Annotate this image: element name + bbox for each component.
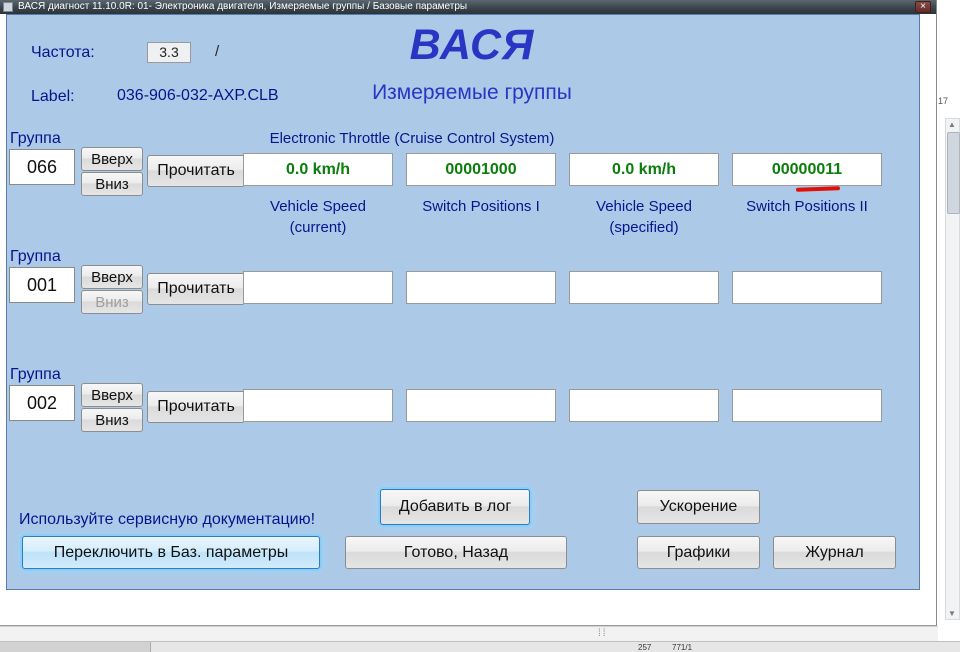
group-block-066: Группа 066 Вверх Вниз Прочитать Electron… [7,130,919,252]
measured-value-field-4: 00000011 [732,153,882,186]
vertical-scrollbar-thumb[interactable] [947,132,960,214]
group-number-field[interactable]: 066 [9,149,75,185]
measured-value-field-3: 0.0 km/h [569,153,719,186]
group-caption: Группа [10,130,61,147]
screen: ВАСЯ диагност 11.10.0R: 01- Электроника … [0,0,960,652]
measured-value-field-2 [406,389,556,422]
background-statusbar: 257 771/1 [0,641,960,652]
label-key: Label: [31,88,75,105]
window-title: ВАСЯ диагност 11.10.0R: 01- Электроника … [18,1,468,12]
journal-button[interactable]: Журнал [773,536,896,569]
service-documentation-notice: Используйте сервисную документацию! [19,511,316,528]
measured-value-field-2 [406,271,556,304]
page-title: Измеряемые группы [372,81,572,104]
acceleration-button[interactable]: Ускорение [637,490,760,524]
measured-value-field-2: 00001000 [406,153,556,186]
group-down-button[interactable]: Вниз [81,172,143,196]
group-block-002: Группа 002 Вверх Вниз Прочитать [7,366,919,458]
horizontal-scrollbar[interactable]: ⁞⁞ [0,626,938,641]
group-number-field[interactable]: 002 [9,385,75,421]
measured-value-field-1: 0.0 km/h [243,153,393,186]
vertical-scrollbar[interactable]: ▲ ▼ [945,118,960,620]
group-down-button[interactable]: Вниз [81,408,143,432]
measured-value-field-3 [569,271,719,304]
field-label-line: Vehicle Speed [596,198,692,215]
field-label-line: Vehicle Speed [270,198,366,215]
field-label-1: Vehicle Speed (current) [243,196,393,238]
group-read-button[interactable]: Прочитать [147,155,245,187]
field-label-line: (specified) [609,219,679,236]
statusbar-fragment: 257 [638,643,652,652]
field-label-line: Switch Positions II [746,198,868,215]
group-up-button[interactable]: Вверх [81,265,143,289]
add-to-log-button[interactable]: Добавить в лог [380,489,530,525]
statusbar-fragment: 771/1 [672,643,693,652]
group-up-button[interactable]: Вверх [81,147,143,171]
group-caption: Группа [10,248,61,265]
close-icon[interactable]: × [915,1,931,13]
measured-value-field-1 [243,389,393,422]
app-icon [3,2,13,12]
statusbar-segment [0,642,151,652]
frequency-separator: / [215,43,220,60]
group-up-button[interactable]: Вверх [81,383,143,407]
group-down-button: Вниз [81,290,143,314]
titlebar: ВАСЯ диагност 11.10.0R: 01- Электроника … [0,0,936,14]
field-label-4: Switch Positions II [732,196,882,217]
red-underline-annotation [795,186,841,192]
measured-value-field-1 [243,271,393,304]
background-ruler-fragment: 17 [938,96,949,106]
graphs-button[interactable]: Графики [637,536,760,569]
group-block-001: Группа 001 Вверх Вниз Прочитать [7,248,919,340]
group-read-button[interactable]: Прочитать [147,391,245,423]
frequency-label: Частота: [31,44,95,61]
brand-logo-text: ВАСЯ [409,21,535,69]
group-number-field[interactable]: 001 [9,267,75,303]
measured-value-field-4 [732,271,882,304]
scrollbar-down-icon[interactable]: ▼ [948,609,956,618]
group-read-button[interactable]: Прочитать [147,273,245,305]
scrollbar-up-icon[interactable]: ▲ [948,120,956,129]
measured-value-field-3 [569,389,719,422]
group-caption: Группа [10,366,61,383]
switch-to-basic-settings-button[interactable]: Переключить в Баз. параметры [22,536,320,569]
measuring-blocks-dialog: Частота: 3.3 / ВАСЯ Label: 036-906-032-A… [6,14,920,590]
field-label-3: Vehicle Speed (specified) [569,196,719,238]
frequency-value: 3.3 [147,42,191,63]
field-label-2: Switch Positions I [406,196,556,217]
section-title: Electronic Throttle (Cruise Control Syst… [269,130,555,147]
measured-value-field-4 [732,389,882,422]
field-label-line: (current) [289,219,347,236]
field-label-line: Switch Positions I [422,198,540,215]
done-back-button[interactable]: Готово, Назад [345,536,567,569]
splitter-dots-icon: ⁞⁞ [598,628,608,639]
app-window: ВАСЯ диагност 11.10.0R: 01- Электроника … [0,0,937,626]
